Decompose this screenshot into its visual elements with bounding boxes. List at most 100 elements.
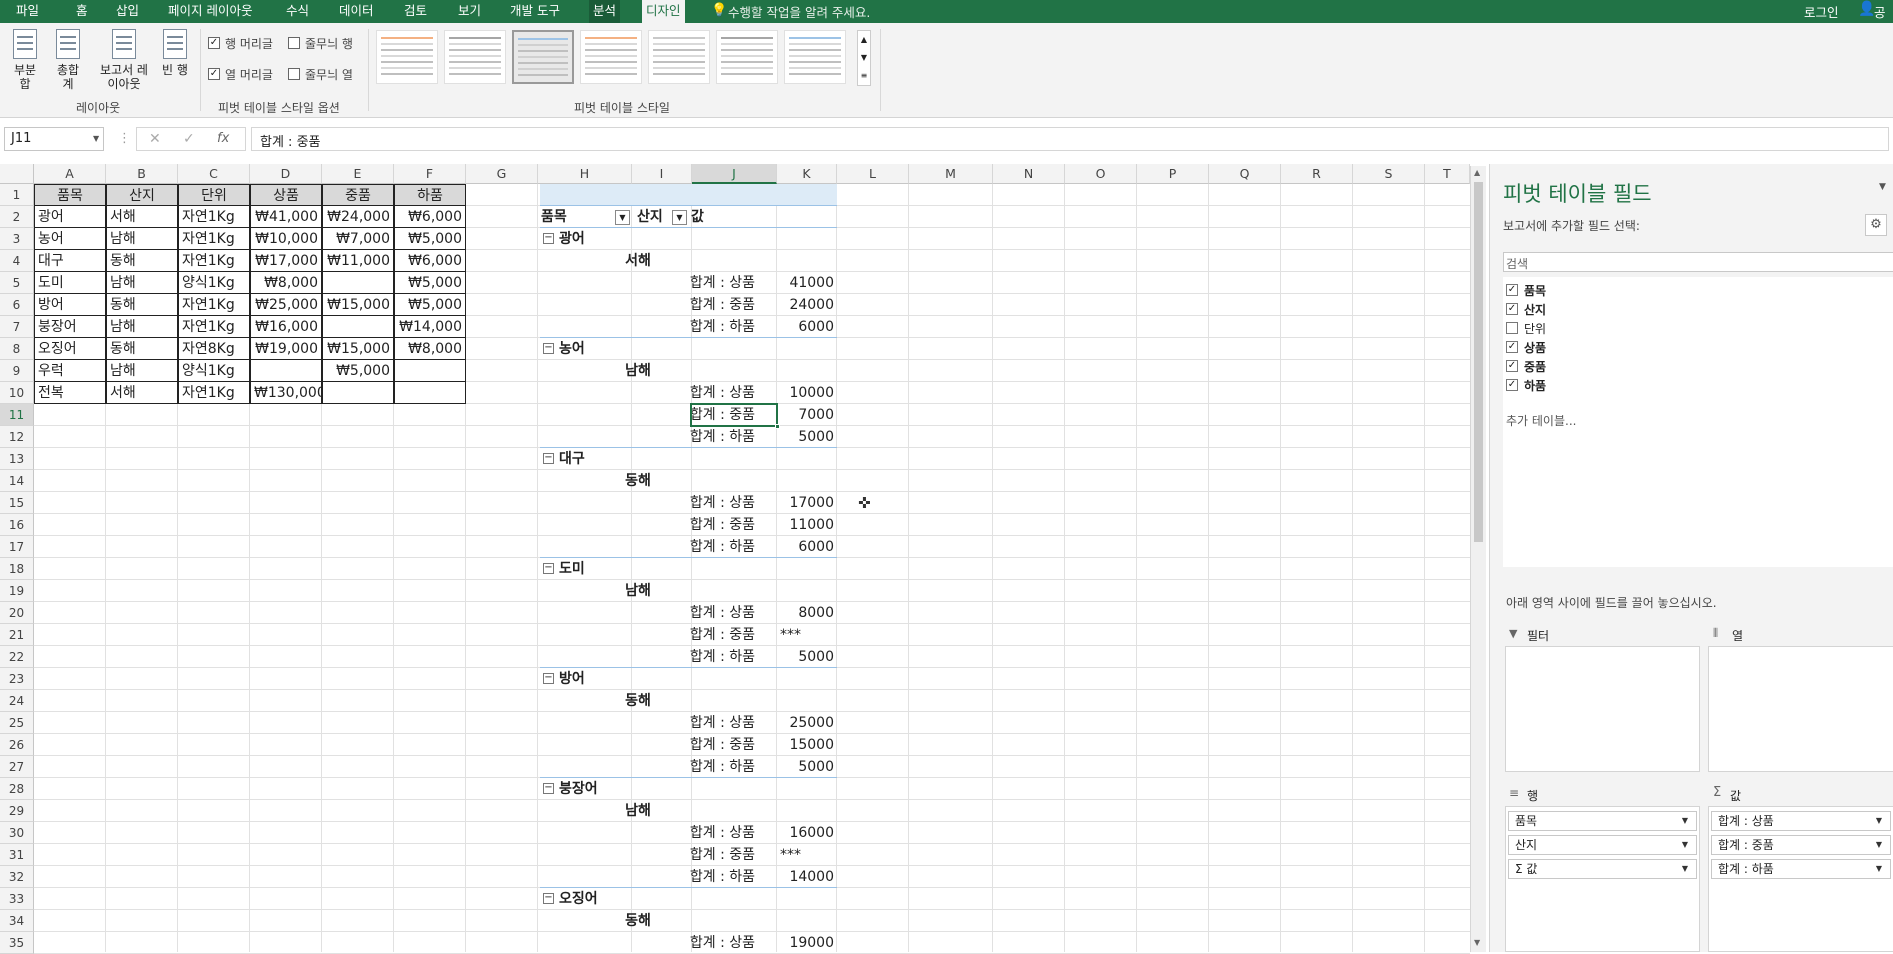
values-area[interactable]: 합계 : 상품 ▼ 합계 : 중품 ▼ 합계 : 하품 ▼	[1708, 806, 1893, 952]
formula-input[interactable]: 합계 : 중품	[251, 127, 1889, 151]
pivot-item[interactable]: 오징어	[556, 888, 632, 910]
pivot-value-label[interactable]: 합계 : 중품	[644, 294, 758, 316]
pivot-style-4[interactable]	[580, 30, 642, 84]
table-cell[interactable]	[322, 272, 394, 294]
row-header-21[interactable]: 21	[0, 624, 34, 646]
row-header-16[interactable]: 16	[0, 514, 34, 536]
table-cell[interactable]: ₩10,000	[250, 228, 322, 250]
pivot-style-7[interactable]	[784, 30, 846, 84]
column-header-T[interactable]: T	[1425, 164, 1470, 184]
collapse-icon[interactable]: −	[543, 563, 554, 574]
pivot-region[interactable]: 남해	[608, 800, 668, 822]
column-header-J[interactable]: J	[692, 164, 777, 184]
table-cell[interactable]: ₩6,000	[394, 206, 466, 228]
pivot-value[interactable]: 5000	[777, 646, 837, 668]
pivot-value-label[interactable]: 합계 : 중품	[644, 734, 758, 756]
scroll-down-icon[interactable]: ▼	[1474, 938, 1480, 947]
tab-3[interactable]: 페이지 레이아웃	[164, 0, 256, 23]
chevron-down-icon[interactable]: ▼	[1876, 812, 1882, 830]
rows-area[interactable]: 품목 ▼ 산지 ▼ Σ 값 ▼	[1505, 806, 1700, 952]
pivot-value[interactable]: 6000	[777, 536, 837, 558]
area-field-item[interactable]: 품목 ▼	[1508, 811, 1697, 831]
row-header-2[interactable]: 2	[0, 206, 34, 228]
column-header-C[interactable]: C	[178, 164, 250, 184]
pivot-item[interactable]: 광어	[556, 228, 632, 250]
pivot-value-label[interactable]: 합계 : 상품	[644, 492, 758, 514]
filter-area[interactable]	[1505, 646, 1700, 772]
pivot-value-label[interactable]: 합계 : 상품	[644, 602, 758, 624]
table-cell[interactable]: 자연1Kg	[178, 206, 250, 228]
row-header-31[interactable]: 31	[0, 844, 34, 866]
row-header-29[interactable]: 29	[0, 800, 34, 822]
row-header-18[interactable]: 18	[0, 558, 34, 580]
pivot-item[interactable]: 대구	[556, 448, 632, 470]
tab-8[interactable]: 개발 도구	[506, 0, 564, 23]
pivot-value[interactable]: 5000	[777, 756, 837, 778]
scroll-up-icon[interactable]: ▲	[1474, 168, 1480, 177]
pivot-value-label[interactable]: 합계 : 하품	[644, 866, 758, 888]
row-headers-checkbox[interactable]: ✓	[208, 37, 220, 49]
row-header-6[interactable]: 6	[0, 294, 34, 316]
table-cell[interactable]: 방어	[34, 294, 106, 316]
table-cell[interactable]: 자연8Kg	[178, 338, 250, 360]
tab-4[interactable]: 수식	[282, 0, 313, 23]
table-cell[interactable]: 남해	[106, 316, 178, 338]
table-cell[interactable]: ₩17,000	[250, 250, 322, 272]
pivot-values-header[interactable]: 값	[688, 206, 728, 228]
column-header-L[interactable]: L	[837, 164, 909, 184]
table-cell[interactable]: 농어	[34, 228, 106, 250]
row-header-33[interactable]: 33	[0, 888, 34, 910]
table-cell[interactable]: 대구	[34, 250, 106, 272]
table-cell[interactable]: ₩16,000	[250, 316, 322, 338]
active-cell[interactable]	[690, 403, 778, 427]
filter-dropdown-icon[interactable]: ▼	[672, 210, 687, 225]
pivot-style-1[interactable]	[376, 30, 438, 84]
row-header-34[interactable]: 34	[0, 910, 34, 932]
chevron-down-icon[interactable]: ▼	[1682, 836, 1688, 854]
more-tables-link[interactable]: 추가 테이블...	[1506, 412, 1576, 429]
table-cell[interactable]	[250, 360, 322, 382]
chevron-down-icon[interactable]: ▼	[1876, 860, 1882, 878]
row-header-14[interactable]: 14	[0, 470, 34, 492]
field-label[interactable]: 산지	[1524, 301, 1546, 318]
table-cell[interactable]: ₩5,000	[394, 228, 466, 250]
pivot-value-label[interactable]: 합계 : 하품	[644, 756, 758, 778]
table-header[interactable]: 하품	[394, 184, 466, 206]
pivot-value[interactable]: 41000	[777, 272, 837, 294]
row-header-35[interactable]: 35	[0, 932, 34, 954]
table-cell[interactable]: 자연1Kg	[178, 228, 250, 250]
pivot-value[interactable]: 6000	[777, 316, 837, 338]
field-label[interactable]: 중품	[1524, 358, 1546, 375]
collapse-icon[interactable]: −	[543, 673, 554, 684]
table-cell[interactable]: ₩11,000	[322, 250, 394, 272]
pivot-region[interactable]: 동해	[608, 690, 668, 712]
grand-totals-button[interactable]: 총합 계	[52, 29, 84, 99]
column-header-A[interactable]: A	[34, 164, 106, 184]
login-link[interactable]: 로그인	[1804, 2, 1839, 21]
row-header-23[interactable]: 23	[0, 668, 34, 690]
table-cell[interactable]: 남해	[106, 272, 178, 294]
pivot-value[interactable]: 8000	[777, 602, 837, 624]
cancel-icon[interactable]: ✕	[149, 131, 161, 147]
field-label[interactable]: 품목	[1524, 282, 1546, 299]
table-cell[interactable]: ₩7,000	[322, 228, 394, 250]
table-header[interactable]: 단위	[178, 184, 250, 206]
table-cell[interactable]: ₩15,000	[322, 294, 394, 316]
table-cell[interactable]: ₩14,000	[394, 316, 466, 338]
pivot-style-3[interactable]	[512, 30, 574, 84]
table-cell[interactable]: ₩19,000	[250, 338, 322, 360]
table-cell[interactable]: 자연1Kg	[178, 316, 250, 338]
tab-10[interactable]: 디자인	[642, 0, 685, 23]
table-cell[interactable]: 동해	[106, 338, 178, 360]
column-header-Q[interactable]: Q	[1209, 164, 1281, 184]
table-cell[interactable]: 동해	[106, 294, 178, 316]
collapse-icon[interactable]: −	[543, 343, 554, 354]
pivot-region[interactable]: 동해	[608, 470, 668, 492]
table-cell[interactable]: ₩5,000	[394, 272, 466, 294]
pivot-value[interactable]: 10000	[777, 382, 837, 404]
pivot-value-label[interactable]: 합계 : 상품	[644, 272, 758, 294]
table-cell[interactable]: 서해	[106, 206, 178, 228]
column-header-D[interactable]: D	[250, 164, 322, 184]
tab-0[interactable]: 파일	[12, 0, 43, 23]
field-checkbox[interactable]: ✓	[1506, 341, 1518, 353]
